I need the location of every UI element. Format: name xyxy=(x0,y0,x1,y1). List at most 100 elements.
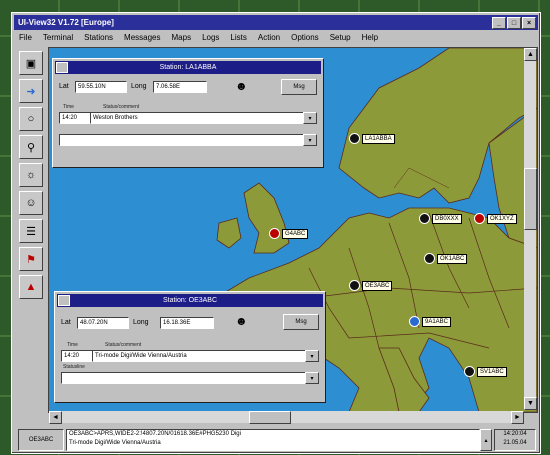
city-label: G4ABC xyxy=(282,228,309,239)
long-label: Long xyxy=(133,319,149,326)
station-icon xyxy=(474,213,485,224)
flag-icon[interactable]: ⚑ xyxy=(19,247,43,271)
dropdown-arrow[interactable]: ▾ xyxy=(305,350,319,362)
city-label: OE3ABC xyxy=(362,280,393,291)
station-icon xyxy=(464,366,475,377)
lat-label: Lat xyxy=(61,319,71,326)
circle-icon[interactable]: ○ xyxy=(19,107,43,131)
system-menu-button[interactable] xyxy=(56,62,68,73)
menu-options[interactable]: Options xyxy=(291,33,319,42)
long-field[interactable]: 7.06.58E xyxy=(153,81,207,93)
time-column-label: Time xyxy=(67,342,78,348)
dialog-title: Station: LA1ABBA xyxy=(55,61,321,74)
time-field[interactable]: 14:20 xyxy=(59,112,91,124)
menu-stations[interactable]: Stations xyxy=(84,33,113,42)
long-label: Long xyxy=(131,83,147,90)
city-marker[interactable]: OK1ABC xyxy=(424,253,468,264)
city-marker[interactable]: 9A1ABC xyxy=(409,316,452,327)
dropdown-arrow[interactable]: ▾ xyxy=(303,112,317,124)
left-toolbar: ▣ ➜ ○ ⚲ ☼ ☺ ☰ ⚑ ▲ xyxy=(16,47,46,417)
callsign-box: OE3ABC xyxy=(18,429,64,451)
extra-field[interactable] xyxy=(59,134,304,146)
arrow-icon[interactable]: ➜ xyxy=(19,79,43,103)
menu-action[interactable]: Action xyxy=(258,33,280,42)
city-label: 9A1ABC xyxy=(422,316,452,327)
beacon-icon[interactable]: ⚲ xyxy=(19,135,43,159)
menu-bar: File Terminal Stations Messages Maps Log… xyxy=(14,31,538,44)
lat-field[interactable]: 48.07.20N xyxy=(77,317,129,329)
msg-button[interactable]: Msg xyxy=(283,314,319,330)
dropdown-arrow[interactable]: ▾ xyxy=(303,134,317,146)
dialog-title: Station: OE3ABC xyxy=(57,294,323,307)
menu-lists[interactable]: Lists xyxy=(230,33,246,42)
station-icon xyxy=(349,133,360,144)
station-icon xyxy=(269,228,280,239)
scroll-right-arrow[interactable]: ► xyxy=(511,411,524,424)
time-column-label: Time xyxy=(63,104,74,110)
lat-label: Lat xyxy=(59,83,69,90)
city-label: SV1ABC xyxy=(477,366,507,377)
statusline-label: Statusline xyxy=(63,364,85,370)
clock-date: 21.05.04 xyxy=(503,440,527,446)
city-label: OK1XYZ xyxy=(487,213,517,224)
triangle-icon[interactable]: ▲ xyxy=(19,275,43,299)
packet-monitor[interactable]: OE3ABC>APRS,WIDE2-2:!4807.20N/01618.36E#… xyxy=(66,429,480,451)
city-marker[interactable]: G4ABC xyxy=(269,228,309,239)
status-field[interactable]: Tri-mode Digi/Wide Vienna/Austria xyxy=(92,350,306,362)
menu-setup[interactable]: Setup xyxy=(330,33,351,42)
station-icon xyxy=(424,253,435,264)
menu-logs[interactable]: Logs xyxy=(202,33,219,42)
city-marker[interactable]: OE3ABC xyxy=(349,280,393,291)
monitor-scroll[interactable]: ▴ xyxy=(480,429,492,451)
long-field[interactable]: 16.18.36E xyxy=(160,317,214,329)
scroll-thumb[interactable] xyxy=(524,168,537,230)
station-icon xyxy=(409,316,420,327)
msg-button[interactable]: Msg xyxy=(281,79,317,95)
person-icon[interactable]: ☺ xyxy=(19,191,43,215)
vertical-scrollbar[interactable]: ▲ ▼ xyxy=(524,48,537,410)
station-dialog: Station: LA1ABBA Lat 59.55.10N Long 7.06… xyxy=(52,58,324,168)
status-field[interactable]: Weston Brothers xyxy=(90,112,304,124)
status-column-label: Status/comment xyxy=(105,342,142,348)
dropdown-arrow[interactable]: ▾ xyxy=(305,372,319,384)
city-marker[interactable]: LA1ABBA xyxy=(349,133,395,144)
station-icon xyxy=(349,280,360,291)
city-label: LA1ABBA xyxy=(362,133,395,144)
city-marker[interactable]: OK1XYZ xyxy=(474,213,517,224)
time-field[interactable]: 14:20 xyxy=(61,350,93,362)
city-label: OK1ABC xyxy=(437,253,468,264)
station-icon xyxy=(419,213,430,224)
city-marker[interactable]: DB0XXX xyxy=(419,213,462,224)
close-button[interactable]: × xyxy=(522,17,536,29)
extra-field[interactable] xyxy=(61,372,306,384)
scroll-down-arrow[interactable]: ▼ xyxy=(524,397,537,410)
lat-field[interactable]: 59.55.10N xyxy=(75,81,127,93)
scroll-thumb[interactable] xyxy=(249,411,291,424)
menu-messages[interactable]: Messages xyxy=(124,33,160,42)
maximize-button[interactable]: □ xyxy=(507,17,521,29)
menu-maps[interactable]: Maps xyxy=(172,33,192,42)
wx-icon[interactable]: ☼ xyxy=(19,163,43,187)
status-column-label: Status/comment xyxy=(103,104,140,110)
menu-terminal[interactable]: Terminal xyxy=(43,33,73,42)
menu-file[interactable]: File xyxy=(19,33,32,42)
menu-help[interactable]: Help xyxy=(362,33,378,42)
window-title: UI-View32 V1.72 [Europe] xyxy=(18,18,114,27)
system-menu-button[interactable] xyxy=(58,295,70,306)
scroll-up-arrow[interactable]: ▲ xyxy=(524,48,537,61)
city-marker[interactable]: SV1ABC xyxy=(464,366,507,377)
clock-box: 14:20:04 21.05.04 xyxy=(494,429,536,451)
app-window: UI-View32 V1.72 [Europe] _ □ × File Term… xyxy=(11,12,541,454)
packet-line: OE3ABC>APRS,WIDE2-2:!4807.20N/01618.36E#… xyxy=(69,431,241,437)
horizontal-scrollbar[interactable]: ◄ ► xyxy=(49,411,524,424)
list-icon[interactable]: ☰ xyxy=(19,219,43,243)
packet-line: Tri-mode Digi/Wide Vienna/Austria xyxy=(69,440,161,446)
station-icon: ☻ xyxy=(235,314,248,328)
scroll-left-arrow[interactable]: ◄ xyxy=(49,411,62,424)
status-bar: OE3ABC OE3ABC>APRS,WIDE2-2:!4807.20N/016… xyxy=(16,427,536,451)
station-dialog: Station: OE3ABC Lat 48.07.20N Long 16.18… xyxy=(54,291,326,403)
station-icon[interactable]: ▣ xyxy=(19,51,43,75)
city-label: DB0XXX xyxy=(432,213,462,224)
minimize-button[interactable]: _ xyxy=(492,17,506,29)
title-bar: UI-View32 V1.72 [Europe] _ □ × xyxy=(14,15,538,30)
